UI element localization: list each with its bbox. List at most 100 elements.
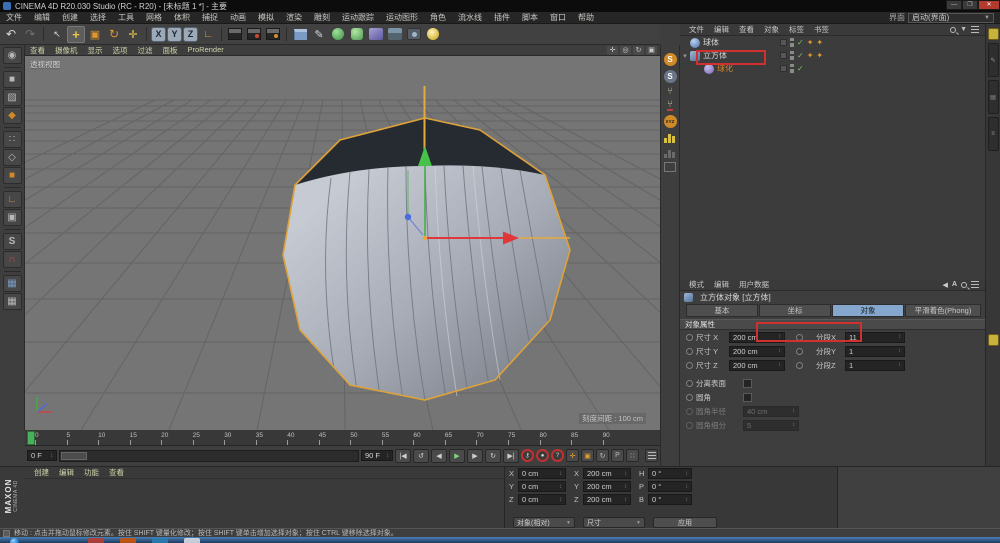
last-used-tool[interactable]: ✛: [124, 26, 142, 43]
spline-pen-menu-button[interactable]: ✎: [310, 26, 328, 43]
go-to-start-button[interactable]: |◀: [395, 449, 411, 463]
close-button[interactable]: ✕: [978, 0, 1000, 10]
record-keyframe-button[interactable]: ⚷: [521, 449, 534, 462]
taskbar-app-icon[interactable]: [120, 538, 136, 543]
viewport-solo-button[interactable]: ▣: [3, 209, 22, 226]
chart-icon[interactable]: [664, 132, 676, 143]
size-field[interactable]: 200 cm↕: [729, 360, 785, 371]
tab-phong[interactable]: 平滑着色(Phong): [905, 304, 981, 317]
redo-icon[interactable]: ↷: [21, 26, 39, 43]
start-button-icon[interactable]: [10, 538, 19, 543]
viewport-menu-item[interactable]: 选项: [108, 45, 133, 56]
xyz-axis-icon[interactable]: XYZ: [664, 115, 677, 128]
previous-key-button[interactable]: ↺: [413, 449, 429, 463]
tag-icon[interactable]: ✦: [816, 52, 823, 60]
menu-item[interactable]: 流水线: [452, 12, 488, 23]
attributes-menu-item[interactable]: 模式: [684, 279, 709, 290]
viewport-menu-item[interactable]: 面板: [158, 45, 183, 56]
vertical-tab[interactable]: ✎: [988, 43, 999, 77]
enable-check-icon[interactable]: ✓: [797, 39, 804, 47]
menu-item[interactable]: 运动图形: [380, 12, 424, 23]
render-settings-button[interactable]: [264, 26, 282, 43]
ascii-a-icon[interactable]: A: [952, 281, 957, 288]
zoom-view-icon[interactable]: ◎: [620, 46, 631, 55]
viewport-menu-item[interactable]: ProRender: [183, 45, 229, 56]
viewport-canvas[interactable]: 透视视图 刻度间距 : 100 cm: [25, 56, 660, 430]
texture-mode-button[interactable]: ▨: [3, 89, 22, 106]
apply-button[interactable]: 应用: [653, 517, 717, 528]
checkbox[interactable]: [743, 379, 752, 388]
objects-panel-tab-icon[interactable]: [988, 28, 999, 40]
go-to-end-button[interactable]: ▶|: [503, 449, 519, 463]
tab-basic[interactable]: 基本: [686, 304, 758, 317]
search-icon[interactable]: [950, 27, 956, 33]
lock-y-axis-button[interactable]: Y: [167, 27, 182, 42]
menu-item[interactable]: 编辑: [28, 12, 56, 23]
attributes-menu-item[interactable]: 用户数据: [734, 279, 774, 290]
menu-item[interactable]: 插件: [488, 12, 516, 23]
keyframe-dot[interactable]: [686, 334, 693, 341]
windows-taskbar[interactable]: [0, 537, 1000, 543]
play-button[interactable]: ▶: [449, 449, 465, 463]
taskbar-app-icon[interactable]: [152, 538, 168, 543]
menu-item[interactable]: 工具: [112, 12, 140, 23]
menu-item[interactable]: 渲染: [280, 12, 308, 23]
record-rotation-toggle[interactable]: ↻: [596, 449, 609, 462]
next-frame-button[interactable]: ▶: [467, 449, 483, 463]
menu-item[interactable]: 文件: [0, 12, 28, 23]
enable-check-icon[interactable]: ✓: [797, 52, 804, 60]
object-manager-menu-item[interactable]: 文件: [684, 24, 709, 35]
material-menu-item[interactable]: 创建: [29, 467, 54, 478]
record-scale-toggle[interactable]: ▣: [581, 449, 594, 462]
segments-field[interactable]: 1↕: [845, 360, 905, 371]
workplane-grid-button[interactable]: ▦: [3, 275, 22, 292]
render-view-button[interactable]: [226, 26, 244, 43]
menu-item[interactable]: 动画: [224, 12, 252, 23]
taskbar-app-icon[interactable]: [184, 538, 200, 543]
timeline-slider[interactable]: [59, 450, 359, 462]
environment-menu-button[interactable]: [386, 26, 404, 43]
size-field[interactable]: 200 cm↕: [583, 494, 631, 505]
end-frame-field[interactable]: 90 F↕: [361, 450, 393, 461]
viewport-menu-item[interactable]: 过滤: [133, 45, 158, 56]
rotate-view-icon[interactable]: ↻: [633, 46, 644, 55]
menu-item[interactable]: 选择: [84, 12, 112, 23]
tag-icon[interactable]: ✦: [807, 39, 814, 47]
keyframe-dot[interactable]: [686, 380, 693, 387]
visibility-dots[interactable]: [790, 51, 794, 60]
object-row-sphere[interactable]: 球体 ✓ ✦ ✦: [680, 36, 985, 49]
model-mode-button[interactable]: ■: [3, 71, 22, 88]
make-editable-button[interactable]: ◉: [3, 47, 22, 64]
enable-axis-button[interactable]: ∟: [3, 191, 22, 208]
render-to-picture-viewer-button[interactable]: [245, 26, 263, 43]
lock-x-axis-button[interactable]: X: [151, 27, 166, 42]
layer-toggle[interactable]: [780, 52, 787, 59]
object-manager-menu-item[interactable]: 书签: [809, 24, 834, 35]
visibility-dots[interactable]: [790, 38, 794, 47]
workplane-mode-button[interactable]: ◆: [3, 107, 22, 124]
panel-options-icon[interactable]: [971, 281, 979, 288]
position-field[interactable]: 0 cm↕: [518, 481, 566, 492]
collapse-arrow-icon[interactable]: ▾: [680, 52, 690, 60]
camera-menu-button[interactable]: [405, 26, 423, 43]
record-position-toggle[interactable]: ✛: [566, 449, 579, 462]
menu-item[interactable]: 创建: [56, 12, 84, 23]
object-manager-menu-item[interactable]: 查看: [734, 24, 759, 35]
vertical-tab[interactable]: ≡: [988, 117, 999, 151]
ik-chain-icon[interactable]: ⑂: [667, 100, 673, 111]
rotate-tool[interactable]: ↻: [105, 26, 123, 43]
keyframe-dot[interactable]: [686, 362, 693, 369]
keyframe-dot[interactable]: [796, 362, 803, 369]
material-menu-item[interactable]: 编辑: [54, 467, 79, 478]
toggle-view-icon[interactable]: ▣: [646, 46, 657, 55]
attributes-panel-tab-icon[interactable]: [988, 334, 999, 346]
enable-snap-button[interactable]: S: [3, 233, 22, 250]
material-menu-item[interactable]: 查看: [104, 467, 129, 478]
live-selection-tool[interactable]: ↖: [48, 26, 66, 43]
points-mode-button[interactable]: ∷: [3, 131, 22, 148]
keyframe-dot[interactable]: [796, 348, 803, 355]
interface-dropdown[interactable]: 启动(界面) ▼: [908, 13, 994, 23]
previous-frame-button[interactable]: ◀: [431, 449, 447, 463]
dope-sheet-icon[interactable]: [645, 449, 658, 462]
deformers-menu-button[interactable]: [367, 26, 385, 43]
